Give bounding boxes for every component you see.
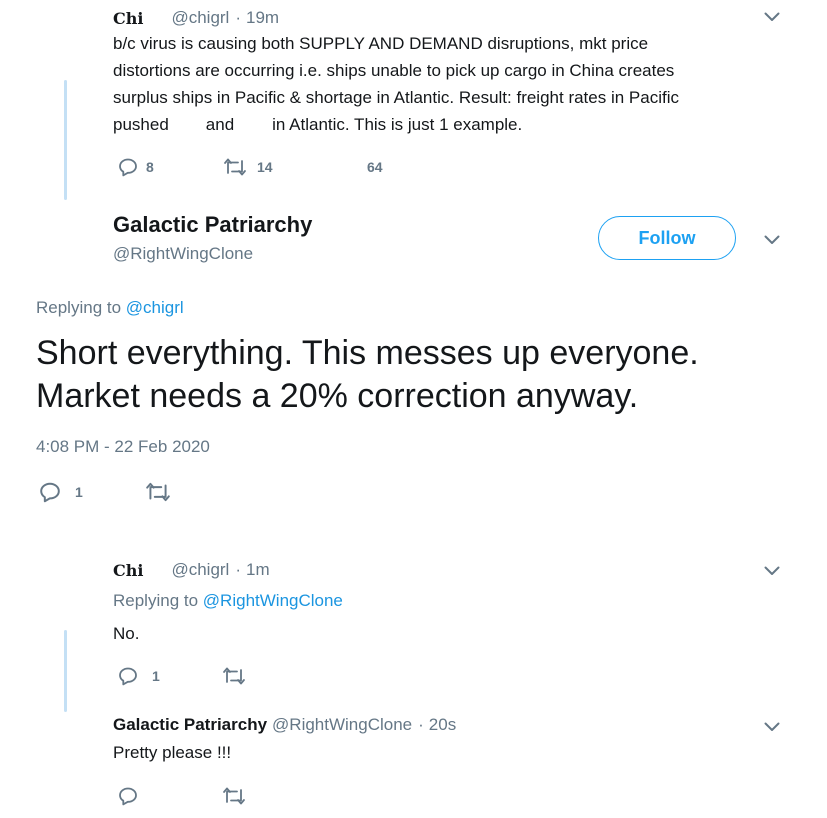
retweet-icon	[146, 482, 170, 502]
tweet-header: Chi @chigrl · 1m	[113, 558, 270, 582]
follow-button[interactable]: Follow	[598, 216, 736, 260]
reply-button[interactable]: 1	[39, 480, 83, 504]
like-count: 64	[367, 159, 383, 175]
tweet-line: distortions are occurring i.e. ships una…	[113, 61, 675, 80]
chevron-down-icon[interactable]	[762, 564, 782, 578]
retweet-icon	[223, 667, 245, 685]
chevron-down-icon[interactable]	[762, 720, 782, 734]
reply-button[interactable]: 8	[118, 155, 154, 179]
main-tweet-text: Short everything. This messes up everyon…	[36, 332, 699, 418]
replying-to-label: Replying to	[36, 298, 122, 317]
author-handle[interactable]: @chigrl	[171, 560, 229, 580]
like-button[interactable]: 64	[367, 155, 383, 179]
tweet-header: Galactic Patriarchy @RightWingClone · 20…	[113, 713, 456, 737]
separator: ·	[235, 8, 242, 27]
thread-line	[64, 80, 67, 200]
retweet-button[interactable]: 14	[223, 155, 273, 179]
author-handle[interactable]: @RightWingClone	[113, 243, 253, 265]
tweet-header: Chi @chigrl · 19m	[113, 6, 279, 30]
tweet-line: surplus ships in Pacific & shortage in A…	[113, 88, 679, 107]
tweet-text-fragment: pushed	[113, 115, 169, 134]
reply-count: 8	[146, 159, 154, 175]
tweet-line: b/c virus is causing both SUPPLY AND DEM…	[113, 34, 649, 53]
tweet-line: Market needs a 20% correction anyway.	[36, 377, 639, 415]
author-name[interactable]: Galactic Patriarchy	[113, 212, 312, 238]
reply-count: 1	[152, 668, 160, 684]
tweet-body: b/c virus is causing both SUPPLY AND DEM…	[113, 30, 793, 138]
retweet-button[interactable]	[145, 480, 171, 504]
reply-button[interactable]	[118, 784, 138, 808]
tweet-text-fragment: in Atlantic. This is just 1 example.	[272, 115, 523, 134]
chevron-down-icon[interactable]	[762, 10, 782, 24]
retweet-icon	[223, 787, 245, 805]
tweet-line: pushed and in Atlantic. This is just 1 exa…	[113, 111, 793, 138]
author-name[interactable]: Chi	[113, 561, 143, 580]
replying-to: Replying to @chigrl	[36, 297, 184, 319]
author-handle[interactable]: @RightWingClone	[272, 715, 412, 735]
reply-icon	[119, 667, 137, 686]
tweet-body: Pretty please !!!	[113, 743, 232, 762]
author-handle[interactable]: @chigrl	[171, 8, 229, 28]
separator: ·	[418, 715, 424, 734]
replying-to: Replying to @RightWingClone	[113, 590, 343, 612]
retweet-icon	[224, 158, 246, 176]
reply-count: 1	[75, 484, 83, 500]
retweet-button[interactable]	[222, 784, 246, 808]
replying-to-link[interactable]: @RightWingClone	[203, 591, 343, 610]
separator: ·	[235, 560, 242, 579]
tweet-time[interactable]: 1m	[246, 560, 270, 580]
author-name[interactable]: Galactic Patriarchy	[113, 715, 267, 735]
tweet-timestamp[interactable]: 4:08 PM - 22 Feb 2020	[36, 436, 210, 458]
reply-button[interactable]: 1	[118, 664, 160, 688]
tweet-time[interactable]: 19m	[246, 8, 279, 28]
reply-icon	[40, 482, 60, 503]
reply-icon	[119, 787, 137, 806]
thread-line	[64, 630, 67, 712]
retweet-button[interactable]	[222, 664, 246, 688]
tweet-text-fragment: and	[205, 115, 235, 134]
replying-to-link[interactable]: @chigrl	[126, 298, 184, 317]
tweet-body: No.	[113, 624, 140, 643]
tweet-line: Short everything. This messes up everyon…	[36, 334, 699, 372]
retweet-count: 14	[257, 159, 273, 175]
author-name[interactable]: Chi	[113, 9, 143, 28]
chevron-down-icon[interactable]	[762, 233, 782, 247]
replying-to-label: Replying to	[113, 591, 199, 610]
reply-icon	[119, 158, 137, 177]
tweet-time[interactable]: 20s	[429, 715, 456, 735]
